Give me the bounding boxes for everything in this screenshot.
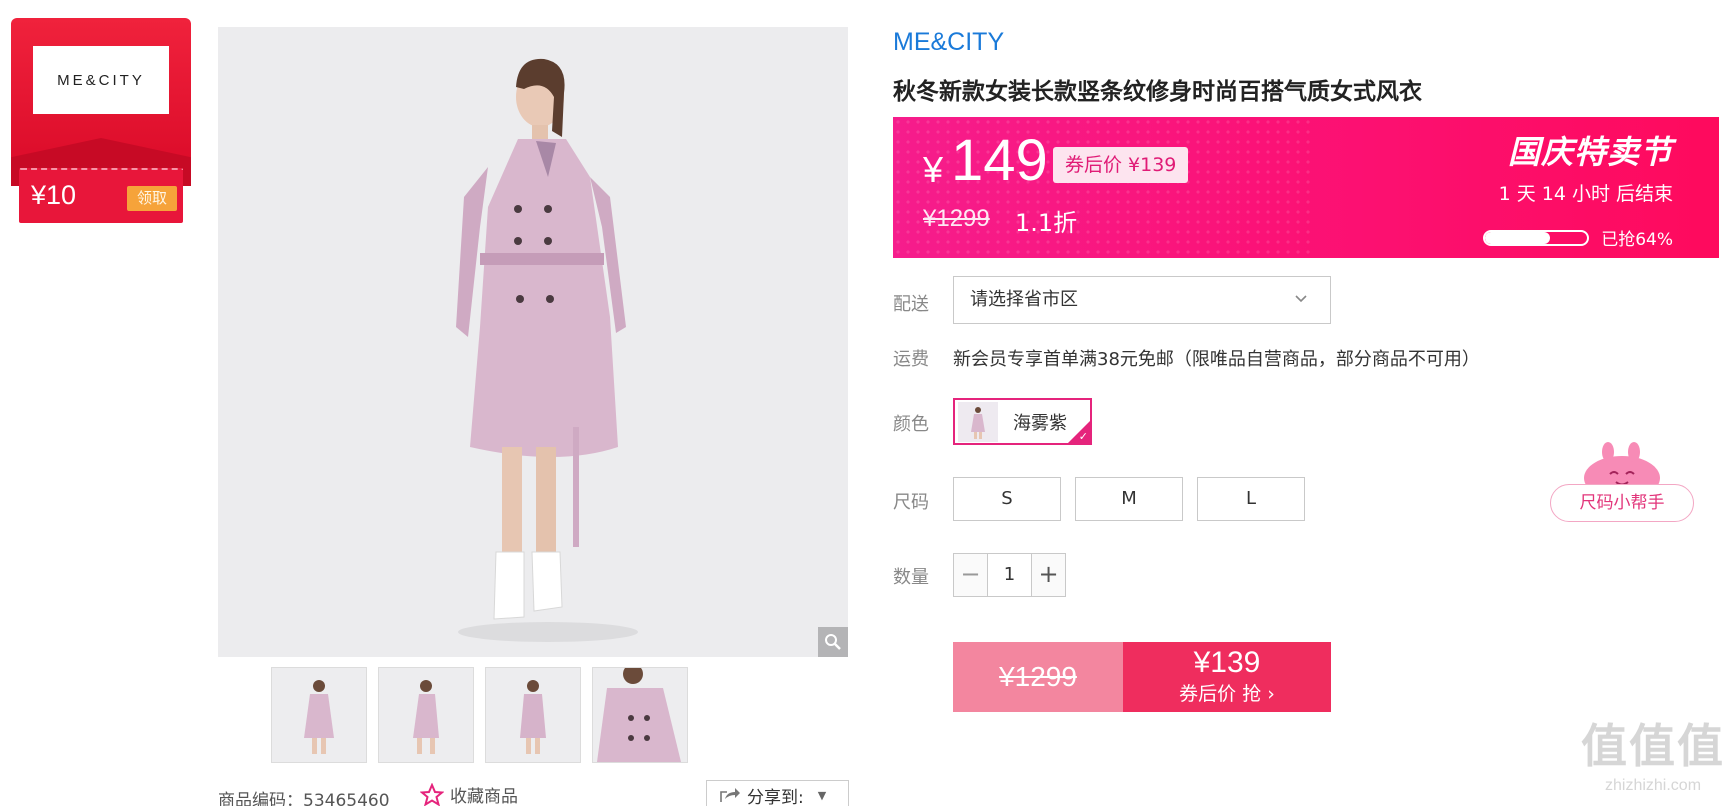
- caret-down-icon: ▼: [817, 788, 827, 802]
- coupon-amount: ¥10: [31, 180, 77, 210]
- decrease-quantity-button[interactable]: −: [954, 554, 987, 596]
- thumbnail-3[interactable]: [485, 667, 581, 763]
- swatch-photo: [958, 401, 998, 442]
- quantity-input[interactable]: 1: [987, 554, 1032, 596]
- size-helper-button[interactable]: 尺码小帮手: [1550, 484, 1694, 522]
- share-label: 分享到:: [747, 787, 804, 806]
- site-watermark: 值值值 zhizhizhi.com: [1574, 716, 1732, 806]
- share-icon: [720, 788, 740, 802]
- main-product-image[interactable]: [218, 27, 848, 657]
- countdown-timer: 1 天 14 小时 后结束: [1498, 183, 1673, 205]
- magnifier-icon: [825, 634, 841, 650]
- chevron-down-icon: [1295, 295, 1307, 303]
- sold-percent-text: 已抢64%: [1601, 230, 1673, 250]
- quantity-stepper: − 1 +: [953, 553, 1066, 597]
- current-price: 149: [951, 128, 1048, 193]
- color-option-label: 海雾紫: [1013, 412, 1067, 434]
- brand-logo: ME&CITY: [33, 46, 169, 114]
- color-swatch: [958, 401, 998, 442]
- product-title: 秋冬新款女装长款竖条纹修身时尚百搭气质女式风衣: [893, 79, 1422, 105]
- buy-now-panel[interactable]: ¥139 券后价 抢 ›: [1123, 642, 1331, 712]
- progress-fill: [1485, 231, 1551, 244]
- delivery-label: 配送: [893, 294, 929, 315]
- shipping-label: 运费: [893, 349, 929, 370]
- mascot-icon: [1584, 442, 1660, 490]
- sold-progress: 已抢64%: [1483, 225, 1673, 250]
- buy-button[interactable]: ¥1299 ¥139 券后价 抢 ›: [953, 642, 1331, 712]
- thumbnail-photo: [593, 668, 687, 762]
- price-banner: ¥ 149 券后价 ¥139 ¥1299 1.1折 国庆特卖节 1 天 14 小…: [893, 117, 1719, 258]
- watermark-url: zhizhizhi.com: [1604, 777, 1702, 794]
- region-select-value: 请选择省市区: [970, 289, 1078, 310]
- thumbnail-photo: [272, 668, 366, 762]
- campaign-title: 国庆特卖节: [1507, 133, 1673, 171]
- size-label: 尺码: [893, 492, 929, 513]
- share-button[interactable]: 分享到: ▼: [706, 780, 849, 806]
- favorite-button[interactable]: 收藏商品: [420, 782, 518, 806]
- shipping-info: 新会员专享首单满38元免邮（限唯品自营商品，部分商品不可用）: [953, 349, 1480, 370]
- store-coupon[interactable]: ME&CITY ¥10 领取: [11, 18, 191, 223]
- increase-quantity-button[interactable]: +: [1032, 554, 1065, 596]
- color-label: 颜色: [893, 414, 929, 435]
- size-option-l[interactable]: L: [1197, 477, 1305, 521]
- product-code: 商品编码：53465460: [218, 791, 390, 806]
- region-select[interactable]: 请选择省市区: [953, 276, 1331, 324]
- thumbnail-1[interactable]: [271, 667, 367, 763]
- original-price: ¥1299: [923, 205, 990, 232]
- coupon-price-tag: 券后价 ¥139: [1053, 147, 1189, 183]
- size-option-m[interactable]: M: [1075, 477, 1183, 521]
- progress-track: [1483, 229, 1590, 246]
- thumbnail-photo: [486, 668, 580, 762]
- thumbnail-photo: [379, 668, 473, 762]
- size-option-s[interactable]: S: [953, 477, 1061, 521]
- check-icon: ✓: [1078, 430, 1088, 443]
- buy-original-price: ¥1299: [953, 642, 1123, 712]
- buy-price: ¥139: [1193, 646, 1261, 679]
- brand-link[interactable]: ME&CITY: [893, 28, 1004, 57]
- zoom-button[interactable]: [818, 627, 848, 657]
- size-helper[interactable]: 尺码小帮手: [1548, 440, 1698, 522]
- coupon-body[interactable]: ¥10 领取: [19, 168, 183, 223]
- favorite-label: 收藏商品: [450, 787, 518, 806]
- currency-symbol: ¥: [923, 149, 944, 190]
- thumbnail-strip: [271, 667, 688, 763]
- discount-rate: 1.1折: [1015, 209, 1078, 237]
- star-icon: [420, 782, 444, 806]
- claim-coupon-button[interactable]: 领取: [127, 186, 177, 211]
- quantity-label: 数量: [893, 567, 929, 588]
- model-photo: [218, 27, 848, 657]
- buy-subtitle: 券后价 抢 ›: [1179, 683, 1275, 705]
- watermark-logo: 值值值: [1581, 719, 1725, 773]
- thumbnail-4[interactable]: [592, 667, 688, 763]
- color-option-selected[interactable]: 海雾紫 ✓: [953, 398, 1092, 445]
- thumbnail-2[interactable]: [378, 667, 474, 763]
